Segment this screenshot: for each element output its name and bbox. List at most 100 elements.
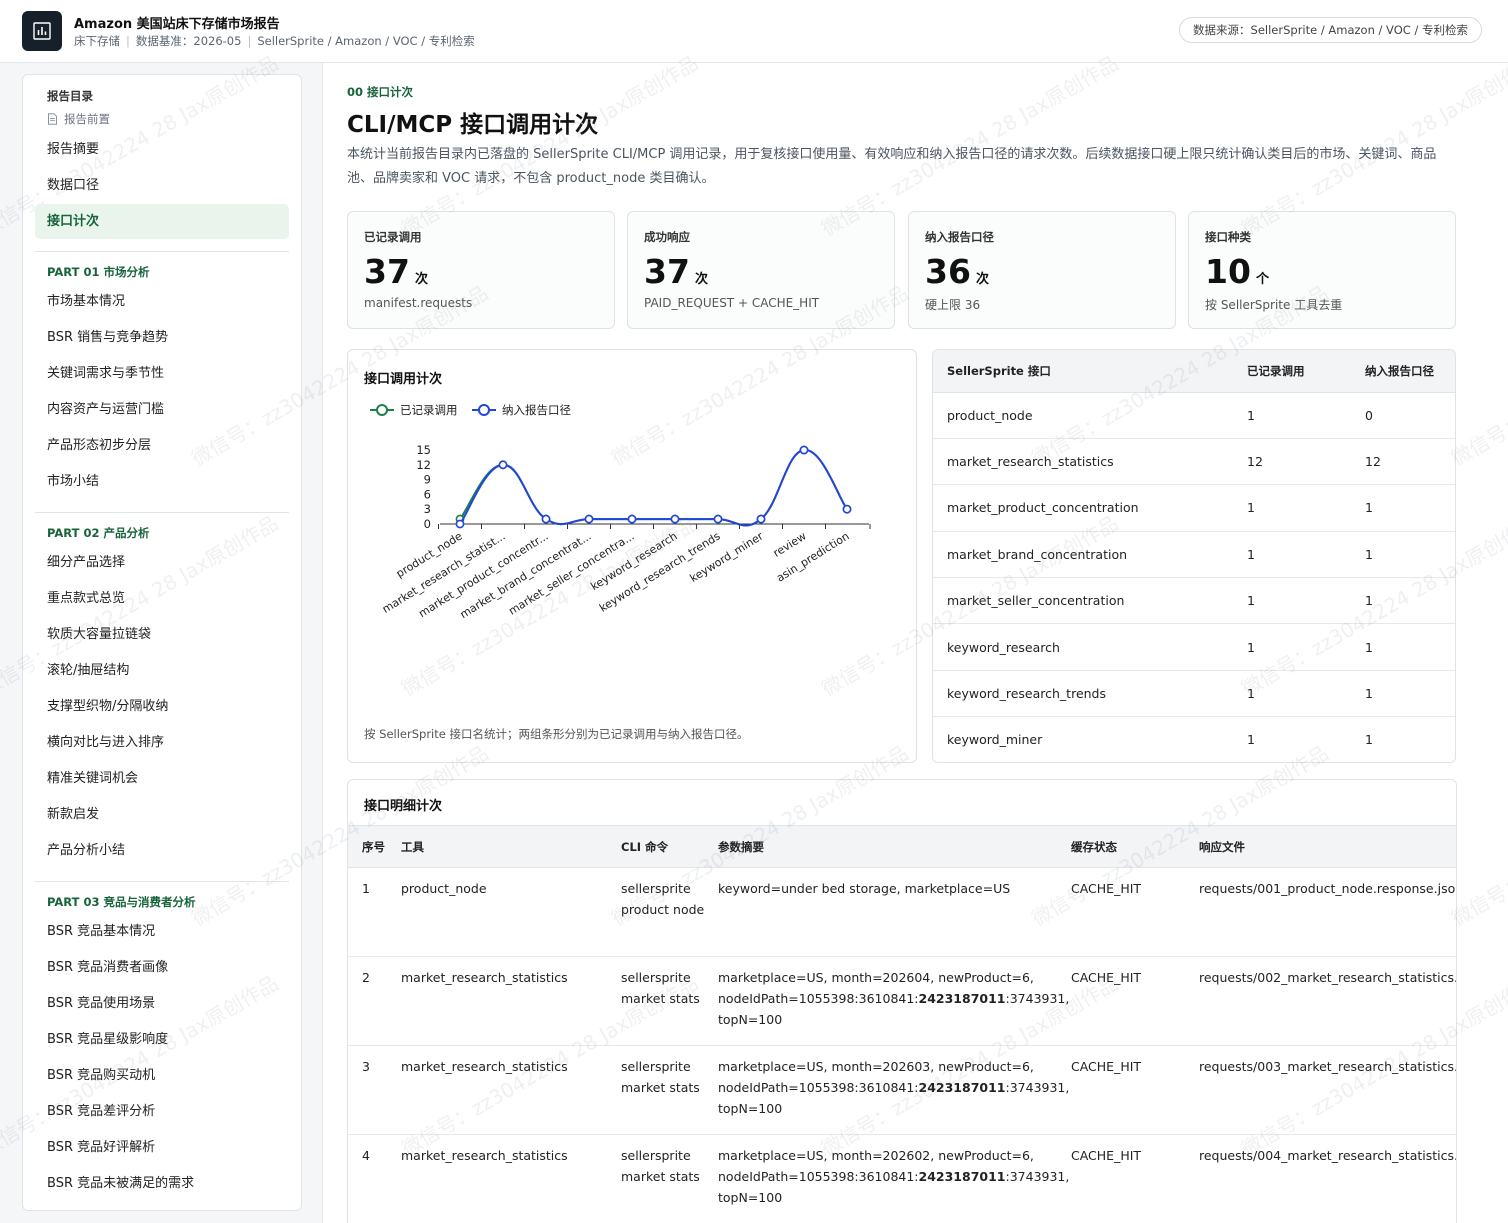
y-tick-label: 15 — [416, 443, 431, 457]
api-count-chart-card: 接口调用计次 0 3 6 9 12 15 product_node market_resear… — [347, 349, 917, 763]
table-cell: 0 — [1365, 392, 1455, 439]
table-cell: market_product_concentration — [933, 484, 1243, 532]
table-cell: 2 — [348, 956, 401, 1046]
table-cell: requests/003_market_research_statistics.… — [1199, 1045, 1456, 1135]
table-row: market_brand_concentration 1 1 — [933, 531, 1455, 579]
toc-item[interactable]: 关键词需求与季节性 — [35, 358, 289, 390]
table-cell: requests/001_product_node.response.json — [1199, 867, 1456, 957]
column-header: 已记录调用 — [1243, 350, 1365, 393]
toc-item-summary[interactable]: 报告摘要 — [35, 134, 289, 166]
table-cell: 1 — [1243, 623, 1365, 671]
series-line — [459, 449, 848, 527]
stat-unit: 个 — [1255, 272, 1269, 287]
param-highlight: 2423187011 — [918, 1080, 1006, 1095]
stat-value: 10 个 — [1205, 252, 1269, 291]
legend-label: 纳入报告口径 — [502, 403, 571, 417]
toc-item[interactable]: BSR 竞品未被满足的需求 — [35, 1168, 289, 1200]
table-cell: 1 — [1365, 670, 1455, 718]
toc-item[interactable]: BSR 竞品基本情况 — [35, 916, 289, 948]
stat-card-recorded: 已记录调用 37 次 manifest.requests — [347, 211, 615, 329]
table-cell: 1 — [1243, 531, 1365, 579]
main-content: 00 接口计次 CLI/MCP 接口调用计次 本统计当前报告目录内已落盘的 Se… — [322, 63, 1508, 1223]
toc-part-02[interactable]: PART 02 产品分析 — [47, 525, 149, 541]
table-row: product_node 1 0 — [933, 392, 1455, 439]
stat-label: 已记录调用 — [364, 230, 422, 244]
toc-item[interactable]: BSR 竞品使用场景 — [35, 988, 289, 1020]
y-tick-label: 9 — [424, 473, 431, 487]
data-source-pill: 数据来源：SellerSprite / Amazon / VOC / 专利检索 — [1179, 17, 1482, 43]
table-cell: 12 — [1365, 438, 1455, 486]
report-basis: 数据基准：2026-05 — [135, 34, 242, 48]
table-row: 3 market_research_statistics sellersprite … — [348, 1045, 1456, 1135]
section-description: 本统计当前报告目录内已落盘的 SellerSprite CLI/MCP 调用记录… — [347, 147, 1437, 186]
table-cell: 1 — [1365, 577, 1455, 625]
table-cell: market_research_statistics — [401, 1134, 621, 1223]
table-row: market_product_concentration 1 1 — [933, 484, 1455, 532]
table-cell: keyword_miner — [933, 716, 1243, 762]
toc-item[interactable]: 横向对比与进入排序 — [35, 727, 289, 759]
table-cell: market_research_statistics — [401, 956, 621, 1046]
column-header: SellerSprite 接口 — [933, 350, 1243, 393]
stat-unit: 次 — [975, 272, 989, 287]
data-point — [584, 514, 594, 524]
table-cell: sellersprite market stats — [621, 1045, 718, 1135]
data-point — [713, 514, 723, 524]
column-header: 参数摘要 — [718, 825, 1071, 868]
toc-item[interactable]: BSR 竞品消费者画像 — [35, 952, 289, 984]
report-category: 床下存储 — [74, 34, 120, 48]
toc-part-03[interactable]: PART 03 竞品与消费者分析 — [47, 894, 195, 910]
toc-item[interactable]: BSR 竞品好评解析 — [35, 1132, 289, 1164]
toc-item-caliber[interactable]: 数据口径 — [35, 170, 289, 202]
x-tick-label: keyword_miner — [688, 529, 766, 585]
toc-item[interactable]: 市场基本情况 — [35, 286, 289, 318]
table-cell: marketplace=US, month=202604, newProduct… — [718, 956, 1071, 1046]
toc-item[interactable]: 产品形态初步分层 — [35, 430, 289, 462]
data-point — [627, 514, 637, 524]
toc-item[interactable]: 支撑型织物/分隔收纳 — [35, 691, 289, 723]
api-summary-table-card: SellerSprite 接口 已记录调用 纳入报告口径 product_nod… — [932, 349, 1456, 763]
data-point — [756, 514, 766, 524]
toc-item[interactable]: 精准关键词机会 — [35, 763, 289, 795]
table-header-row: SellerSprite 接口 已记录调用 纳入报告口径 — [933, 350, 1455, 393]
data-point — [498, 460, 508, 470]
legend-label: 已记录调用 — [400, 403, 458, 417]
table-cell: 1 — [1243, 716, 1365, 762]
toc-item[interactable]: BSR 竞品星级影响度 — [35, 1024, 289, 1056]
column-header: 缓存状态 — [1071, 825, 1199, 868]
toc-divider — [35, 512, 289, 513]
toc-item[interactable]: BSR 竞品差评分析 — [35, 1096, 289, 1128]
stat-value: 37 次 — [644, 252, 708, 291]
toc-item[interactable]: 重点款式总览 — [35, 583, 289, 615]
table-cell: product_node — [933, 392, 1243, 439]
table-cell: 4 — [348, 1134, 401, 1223]
table-cell: 1 — [1243, 392, 1365, 439]
table-row: keyword_research 1 1 — [933, 623, 1455, 671]
app-logo[interactable] — [22, 11, 62, 51]
stat-note: manifest.requests — [364, 296, 473, 310]
toc-item[interactable]: 市场小结 — [35, 466, 289, 498]
toc-item[interactable]: 软质大容量拉链袋 — [35, 619, 289, 651]
table-cell: CACHE_HIT — [1071, 867, 1199, 957]
toc-item[interactable]: 产品分析小结 — [35, 835, 289, 867]
toc-item[interactable]: 内容资产与运营门槛 — [35, 394, 289, 426]
table-cell: 3 — [348, 1045, 401, 1135]
x-tick-label: asin_prediction — [774, 530, 851, 585]
table-cell: 1 — [1365, 531, 1455, 579]
data-point — [842, 504, 852, 514]
table-header-row: 序号 工具 CLI 命令 参数摘要 缓存状态 响应文件 — [348, 825, 1456, 868]
data-point — [799, 445, 809, 455]
toc-item[interactable]: 细分产品选择 — [35, 547, 289, 579]
toc-item-api-count[interactable]: 接口计次 — [35, 204, 289, 239]
toc-item[interactable]: BSR 竞品购买动机 — [35, 1060, 289, 1092]
table-cell: sellersprite market stats — [621, 1134, 718, 1223]
stat-note: 硬上限 36 — [925, 298, 981, 312]
toc-part-01[interactable]: PART 01 市场分析 — [47, 264, 149, 280]
toc-item[interactable]: 新款启发 — [35, 799, 289, 831]
table-row: keyword_research_trends 1 1 — [933, 670, 1455, 718]
toc-item[interactable]: BSR 销售与竞争趋势 — [35, 322, 289, 354]
toc-pre-link[interactable]: 报告前置 — [47, 111, 110, 127]
api-detail-card: 接口明细计次 序号 工具 CLI 命令 参数摘要 缓存状态 响应文件 1 prod… — [347, 779, 1457, 1223]
toc-divider — [35, 251, 289, 252]
table-cell: keyword=under bed storage, marketplace=U… — [718, 867, 1071, 957]
toc-item[interactable]: 滚轮/抽屉结构 — [35, 655, 289, 687]
